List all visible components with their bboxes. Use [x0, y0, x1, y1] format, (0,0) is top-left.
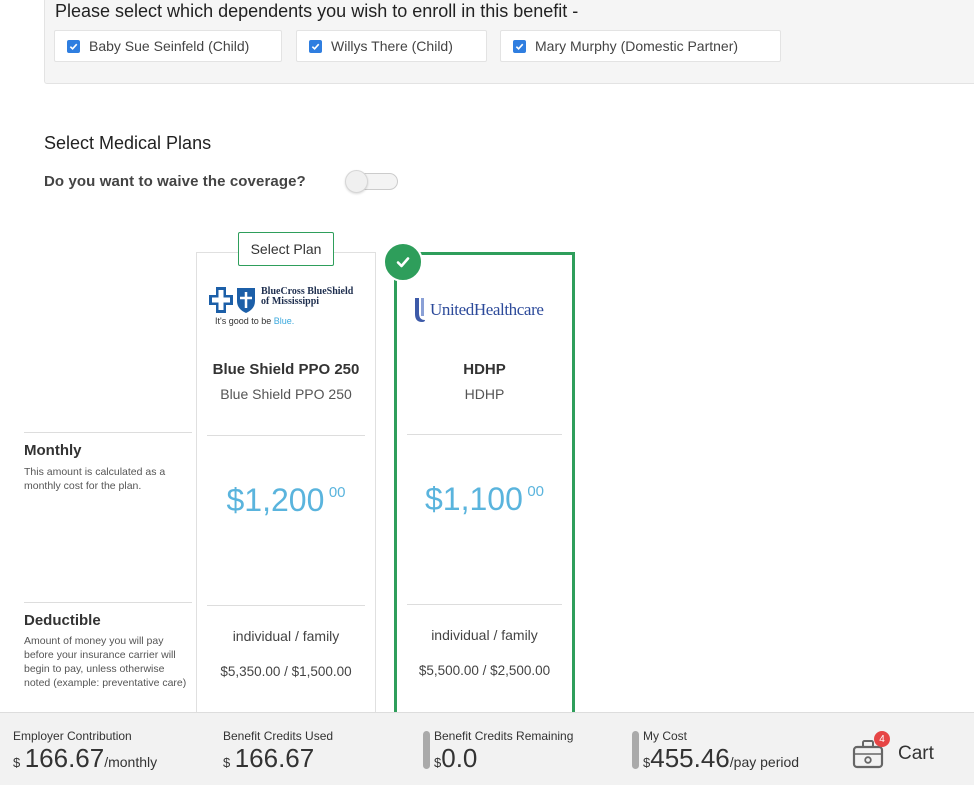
bcbs-tagline-prefix: It's good to be — [215, 316, 274, 326]
credits-remaining-bar — [423, 731, 430, 769]
credits-remaining-label: Benefit Credits Remaining — [434, 729, 574, 743]
waive-coverage-toggle[interactable] — [345, 170, 398, 193]
dependent-label: Mary Murphy (Domestic Partner) — [535, 38, 739, 54]
plan-card-hdhp[interactable]: UnitedHealthcare HDHP HDHP $1,100 00 ind… — [394, 252, 575, 722]
price-cents: 00 — [328, 484, 346, 501]
credits-used-value: $ 166.67 — [223, 743, 333, 774]
unitedhealthcare-logo: UnitedHealthcare — [413, 295, 563, 325]
plan-name: HDHP — [463, 361, 506, 378]
credits-used-amount: 166.67 — [234, 743, 315, 773]
credits-remaining-amount: 0.0 — [441, 743, 478, 773]
selected-check-icon — [383, 242, 423, 282]
dependents-panel: Please select which dependents you wish … — [44, 0, 974, 84]
employer-contribution-value: $ 166.67/monthly — [13, 743, 157, 774]
plan-subtitle: HDHP — [464, 386, 505, 402]
deductible-values: $5,350.00 / $1,500.00 — [220, 664, 352, 679]
credits-remaining-value: $0.0 — [434, 743, 573, 774]
row-divider — [24, 432, 192, 433]
deductible-description: Amount of money you will pay before your… — [24, 635, 187, 689]
deductible-title: Deductible — [24, 612, 101, 629]
benefits-enrollment-page: Please select which dependents you wish … — [0, 0, 974, 785]
card-divider — [407, 604, 562, 605]
monthly-description: This amount is calculated as a monthly c… — [24, 466, 166, 492]
dependent-checkbox-baby-sue[interactable]: Baby Sue Seinfeld (Child) — [54, 30, 282, 62]
deductible-header: individual / family — [232, 628, 340, 644]
bcbs-tagline: It's good to be Blue. — [215, 316, 294, 326]
plan-monthly-price: $1,100 00 — [397, 481, 572, 518]
deductible-values: $5,500.00 / $2,500.00 — [418, 663, 551, 678]
my-cost-value: $455.46/pay period — [643, 743, 799, 774]
price-cents: 00 — [527, 483, 544, 500]
dependents-title: Please select which dependents you wish … — [55, 1, 579, 21]
dependent-label: Willys There (Child) — [331, 38, 453, 54]
my-cost-amount: 455.46 — [650, 743, 730, 773]
plan-monthly-price: $1,200 00 — [197, 482, 375, 519]
cart-label[interactable]: Cart — [898, 743, 934, 765]
cart-button[interactable]: 4 Cart — [852, 731, 934, 769]
checkbox-checked-icon[interactable] — [309, 39, 322, 53]
card-divider — [407, 434, 562, 435]
plan-card-blue-shield[interactable]: BlueCross BlueShield of Mississippi It's… — [196, 252, 376, 722]
cost-summary-footer: Employer Contribution $ 166.67/monthly B… — [0, 712, 974, 785]
card-divider — [207, 435, 365, 436]
waive-coverage-label: Do you want to waive the coverage? — [44, 173, 306, 190]
uhc-wordmark: UnitedHealthcare — [430, 300, 544, 319]
benefit-credits-used: Benefit Credits Used $ 166.67 — [223, 729, 333, 774]
currency-symbol: $ — [223, 755, 231, 770]
benefit-credits-remaining: Benefit Credits Remaining $0.0 — [434, 729, 573, 774]
employer-contribution: Employer Contribution $ 166.67/monthly — [13, 729, 157, 774]
dependent-checkbox-mary[interactable]: Mary Murphy (Domestic Partner) — [500, 30, 781, 62]
toggle-knob[interactable] — [345, 170, 368, 193]
bcbs-tagline-accent: Blue. — [273, 316, 295, 326]
bcbs-logo: BlueCross BlueShield of Mississippi It's… — [209, 285, 369, 329]
deductible-row-label: Deductible Amount of money you will pay … — [24, 612, 192, 690]
bcbs-logo-line2: of Mississippi — [261, 296, 320, 307]
dependent-checkbox-willys[interactable]: Willys There (Child) — [296, 30, 487, 62]
select-plan-button[interactable]: Select Plan — [238, 232, 334, 266]
deductible-header: individual / family — [431, 627, 538, 643]
monthly-row-label: Monthly This amount is calculated as a m… — [24, 442, 192, 493]
plan-subtitle: Blue Shield PPO 250 — [220, 386, 352, 402]
cart-icon[interactable]: 4 — [852, 731, 890, 769]
card-divider — [207, 605, 365, 606]
checkbox-checked-icon[interactable] — [67, 39, 80, 53]
currency-symbol: $ — [13, 755, 21, 770]
plan-name: Blue Shield PPO 250 — [212, 361, 360, 378]
employer-contribution-label: Employer Contribution — [13, 729, 132, 743]
employer-contribution-unit: /monthly — [104, 754, 158, 770]
checkbox-checked-icon[interactable] — [513, 39, 526, 53]
my-cost-unit: /pay period — [729, 754, 800, 770]
credits-used-label: Benefit Credits Used — [223, 729, 334, 743]
price-dollars: $1,100 — [424, 481, 523, 517]
bcbs-cross-shield-icon — [209, 287, 255, 313]
cart-count-badge: 4 — [874, 731, 890, 747]
my-cost-label: My Cost — [643, 729, 688, 743]
row-divider — [24, 602, 192, 603]
uhc-u-icon — [415, 298, 425, 322]
my-cost: My Cost $455.46/pay period — [643, 729, 799, 774]
medical-plans-title: Select Medical Plans — [44, 133, 212, 153]
monthly-title: Monthly — [24, 442, 82, 459]
price-dollars: $1,200 — [226, 482, 325, 518]
employer-contribution-amount: 166.67 — [24, 743, 105, 773]
my-cost-bar — [632, 731, 639, 769]
dependent-label: Baby Sue Seinfeld (Child) — [89, 38, 250, 54]
